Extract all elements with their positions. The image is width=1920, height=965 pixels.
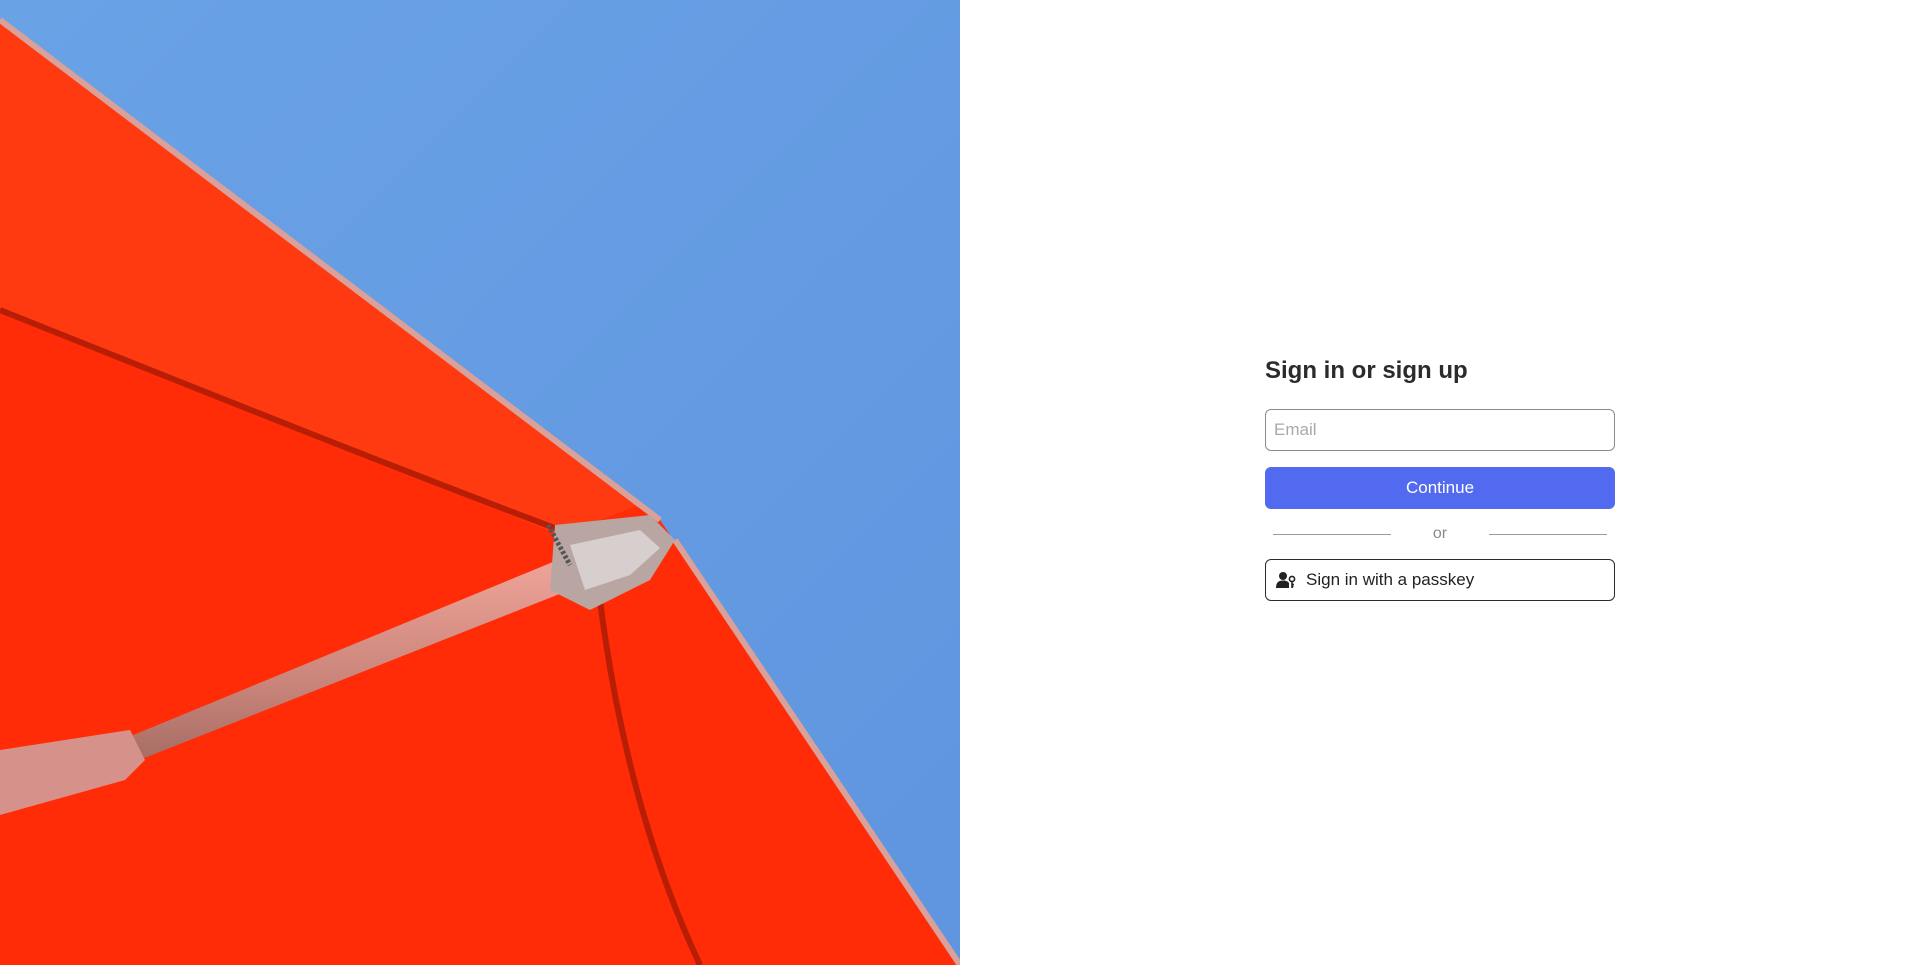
sign-in-form: Sign in or sign up Continue or Sign — [1265, 355, 1615, 601]
passkey-button-label: Sign in with a passkey — [1306, 570, 1475, 589]
user-key-icon — [1276, 571, 1296, 589]
continue-button[interactable]: Continue — [1265, 467, 1615, 509]
divider-line-right — [1488, 533, 1607, 535]
page: Sign in or sign up Continue or Sign — [0, 0, 1920, 965]
divider-text: or — [1432, 525, 1448, 542]
divider: or — [1265, 509, 1615, 559]
passkey-button[interactable]: Sign in with a passkey — [1265, 559, 1615, 601]
umbrella-photo — [0, 0, 960, 965]
hero-image — [0, 0, 960, 965]
page-title: Sign in or sign up — [1265, 357, 1468, 384]
auth-pane: Sign in or sign up Continue or Sign — [960, 0, 1920, 965]
divider-line-left — [1273, 533, 1391, 535]
email-field[interactable] — [1265, 409, 1615, 451]
